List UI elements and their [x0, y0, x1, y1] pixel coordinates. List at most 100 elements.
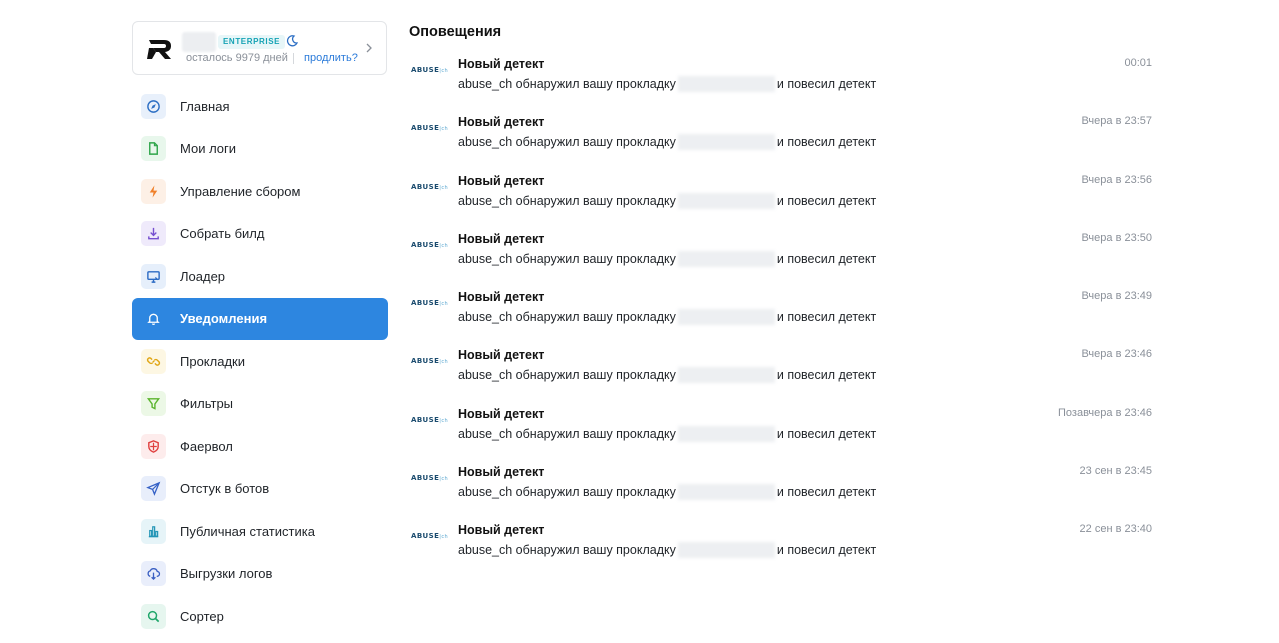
notification-body-text-end: и повесил детект	[776, 77, 877, 91]
notification-body-text-end: и повесил детект	[776, 543, 877, 558]
redacted-domain	[677, 250, 775, 267]
notification-item[interactable]: ABUSE|ch Новый детект abuse_ch обнаружил в…	[409, 174, 1169, 232]
notification-body-text-end: и повесил детект	[776, 251, 877, 266]
chevron-right-icon	[366, 43, 372, 53]
notification-body-text-end: и повесил детект	[776, 193, 877, 208]
sidebar-item-label: Публичная статистика	[180, 523, 315, 539]
abuse-ch-logo: ABUSE|ch	[411, 357, 449, 366]
sidebar-item-label: Фаервол	[180, 438, 233, 454]
notification-time: Вчера в 23:56	[1081, 173, 1152, 186]
notification-body-text: abuse_ch обнаружил вашу прокладку	[458, 368, 676, 383]
notification-body-text-end: и повесил детект	[776, 310, 877, 325]
notification-title: Новый детект	[458, 290, 545, 305]
notification-time: 00:01	[1124, 57, 1152, 69]
notification-title: Новый детект	[458, 115, 545, 130]
notification-body: abuse_ch обнаружил вашу прокладку и повес…	[458, 192, 877, 209]
notification-body-text-end: и повесил детект	[776, 368, 877, 383]
main-content: Оповещения ABUSE|ch Новый детект abuse_ch …	[409, 24, 1169, 582]
cloud-download-icon	[141, 561, 166, 587]
filter-icon	[141, 391, 166, 417]
redacted-domain	[677, 542, 775, 559]
notification-body: abuse_ch обнаружил вашу прокладку и повес…	[458, 425, 876, 442]
notification-body-text: abuse_ch обнаружил вашу прокладку	[458, 135, 676, 150]
notification-item[interactable]: ABUSE|ch Новый детект abuse_ch обнаружил в…	[409, 57, 1169, 115]
sidebar-item-label: Лоадер	[180, 268, 226, 284]
notification-body: abuse_ch обнаружил вашу прокладку и повес…	[458, 367, 877, 384]
sidebar-item-label: Мои логи	[180, 141, 237, 157]
abuse-ch-logo: ABUSE|ch	[411, 182, 449, 191]
sidebar-item-label: Отстук в ботов	[180, 481, 270, 497]
notification-item[interactable]: ABUSE|ch Новый детект abuse_ch обнаружил в…	[409, 232, 1169, 290]
sidebar-item-label: Прокладки	[180, 353, 245, 369]
notification-item[interactable]: ABUSE|ch Новый детект abuse_ch обнаружил в…	[409, 290, 1169, 348]
notification-body-text: abuse_ch обнаружил вашу прокладку	[458, 485, 676, 500]
bell-icon	[141, 306, 166, 331]
redacted-domain	[677, 76, 775, 92]
link-icon	[141, 348, 166, 374]
page-title: Оповещения	[409, 24, 502, 40]
notification-title: Новый детект	[458, 231, 545, 246]
notification-item[interactable]: ABUSE|ch Новый детект abuse_ch обнаружил в…	[409, 465, 1169, 523]
sidebar-item-bar-chart[interactable]: Публичная статистика	[132, 510, 388, 553]
sidebar-item-download[interactable]: Собрать билд	[132, 213, 388, 256]
monitor-icon	[141, 263, 166, 289]
sidebar-item-link[interactable]: Прокладки	[132, 340, 388, 383]
account-name-redacted	[182, 32, 216, 52]
notification-body-text: abuse_ch обнаружил вашу прокладку	[458, 426, 676, 441]
sidebar-item-bell[interactable]: Уведомления	[132, 297, 388, 340]
sidebar: ENTERPRISE осталось 9979 дней продлить? …	[132, 21, 388, 638]
abuse-ch-logo: ABUSE|ch	[411, 299, 449, 308]
notification-body: abuse_ch обнаружил вашу прокладку и повес…	[458, 250, 877, 267]
file-icon	[141, 136, 166, 162]
sidebar-menu: Главная Мои логи Управление сбором Собрать …	[132, 85, 388, 638]
plan-badge: ENTERPRISE	[218, 35, 286, 49]
notification-item[interactable]: ABUSE|ch Новый детект abuse_ch обнаружил в…	[409, 348, 1169, 406]
notification-item[interactable]: ABUSE|ch Новый детект abuse_ch обнаружил в…	[409, 115, 1169, 173]
renew-link[interactable]: продлить?	[304, 52, 358, 64]
notification-title: Новый детект	[458, 57, 545, 71]
notification-time: 23 сен в 23:45	[1079, 465, 1152, 478]
notification-title: Новый детект	[458, 406, 545, 421]
abuse-ch-logo: ABUSE|ch	[411, 415, 449, 424]
notification-item[interactable]: ABUSE|ch Новый детект abuse_ch обнаружил в…	[409, 407, 1169, 465]
send-icon	[141, 476, 166, 502]
abuse-ch-logo: ABUSE|ch	[411, 474, 449, 483]
notification-body: abuse_ch обнаружил вашу прокладку и повес…	[458, 134, 876, 151]
redacted-domain	[677, 192, 775, 209]
sidebar-item-label: Фильтры	[180, 396, 234, 412]
notification-body: abuse_ch обнаружил вашу прокладку и повес…	[458, 542, 877, 559]
sidebar-item-send[interactable]: Отстук в ботов	[132, 468, 388, 511]
sidebar-item-cloud-download[interactable]: Выгрузки логов	[132, 553, 388, 596]
sidebar-item-filter[interactable]: Фильтры	[132, 383, 388, 426]
notification-item[interactable]: ABUSE|ch Новый детект abuse_ch обнаружил в…	[409, 523, 1169, 581]
notification-body: abuse_ch обнаружил вашу прокладку и повес…	[458, 76, 876, 92]
brand-logo	[147, 40, 171, 59]
sidebar-item-shield[interactable]: Фаервол	[132, 425, 388, 468]
notification-body-text: abuse_ch обнаружил вашу прокладку	[458, 193, 676, 208]
sidebar-item-label: Собрать билд	[180, 226, 265, 242]
notification-time: Вчера в 23:49	[1081, 290, 1152, 303]
sidebar-item-monitor[interactable]: Лоадер	[132, 255, 388, 298]
sidebar-item-label: Уведомления	[180, 311, 268, 327]
sidebar-item-search[interactable]: Сортер	[132, 595, 388, 638]
sidebar-item-label: Главная	[180, 98, 230, 114]
sidebar-item-lightning[interactable]: Управление сбором	[132, 170, 388, 213]
notifications-list: ABUSE|ch Новый детект abuse_ch обнаружил в…	[409, 57, 1169, 582]
days-left-text: осталось 9979 дней	[186, 52, 288, 64]
search-icon	[141, 603, 166, 629]
sidebar-item-file[interactable]: Мои логи	[132, 128, 388, 171]
sidebar-item-compass[interactable]: Главная	[132, 85, 388, 128]
moon-icon[interactable]	[285, 34, 299, 48]
redacted-domain	[677, 484, 775, 501]
shield-icon	[141, 433, 166, 459]
redacted-domain	[677, 309, 775, 326]
notification-title: Новый детект	[458, 173, 545, 188]
sidebar-item-label: Сортер	[180, 608, 224, 624]
compass-icon	[141, 93, 166, 119]
notification-time: Вчера в 23:46	[1081, 348, 1152, 361]
account-card[interactable]: ENTERPRISE осталось 9979 дней продлить?	[132, 21, 387, 75]
lightning-icon	[141, 178, 166, 204]
redacted-domain	[677, 425, 775, 442]
notification-time: 22 сен в 23:40	[1079, 523, 1152, 536]
redacted-domain	[677, 367, 775, 384]
